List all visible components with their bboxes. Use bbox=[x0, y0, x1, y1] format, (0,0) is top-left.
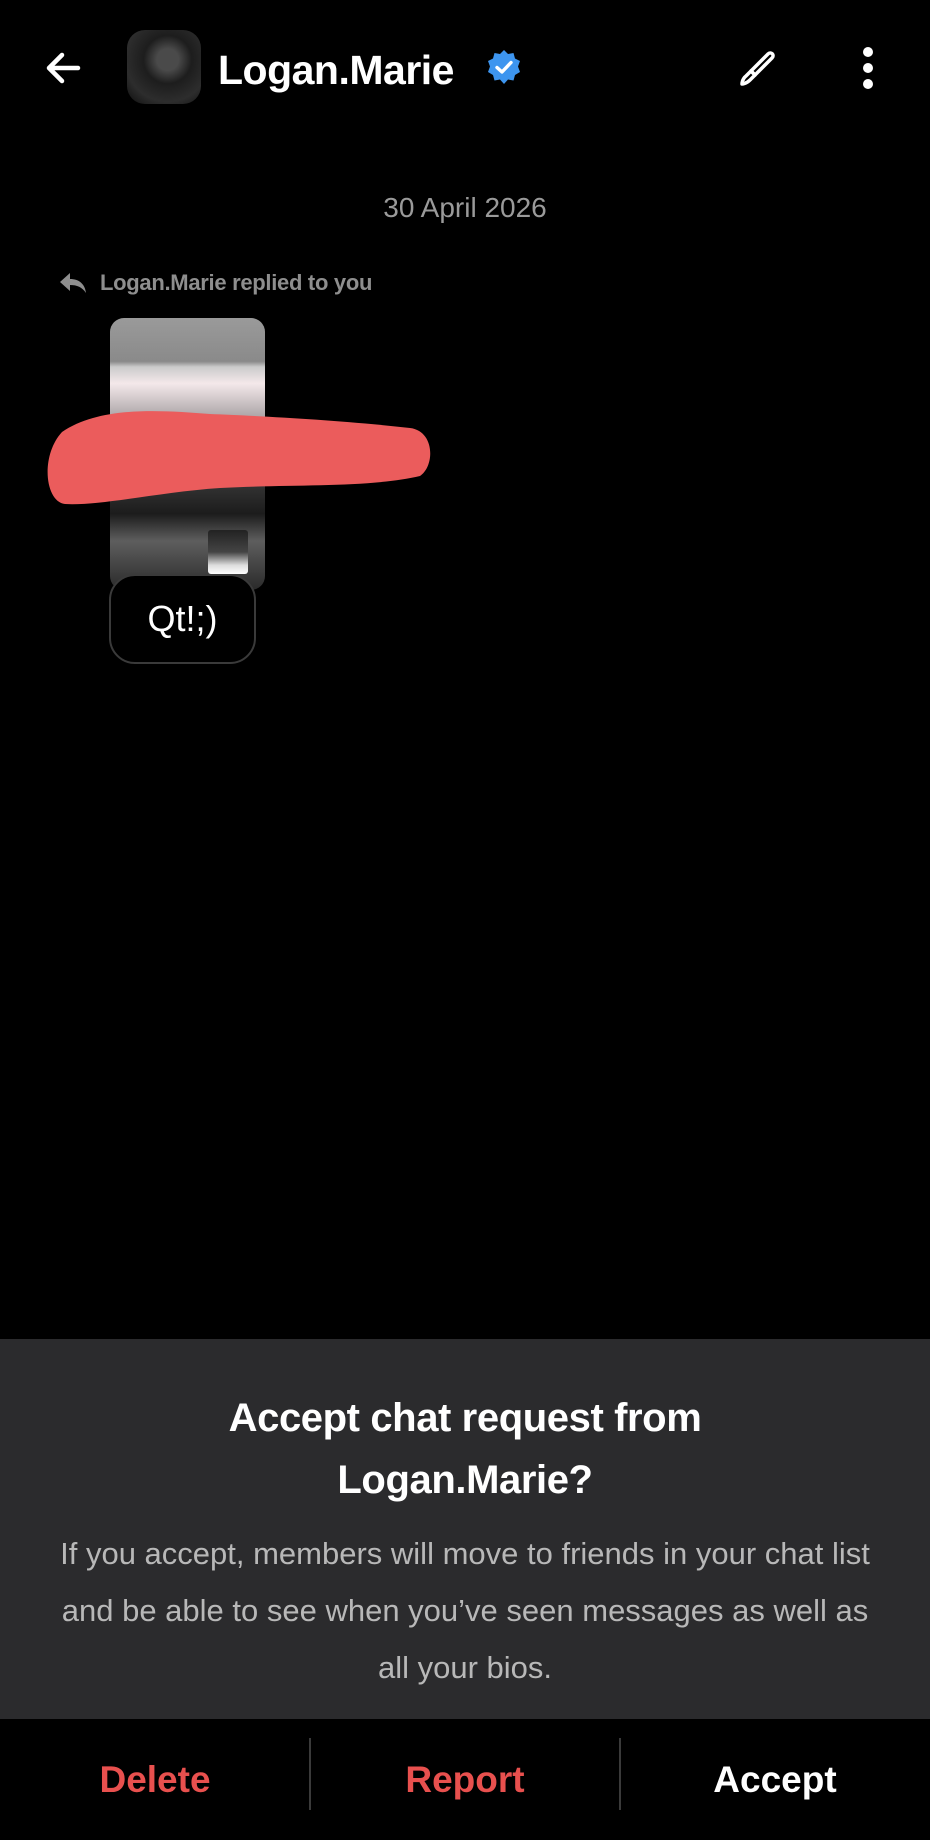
message-date: 30 April 2026 bbox=[383, 192, 547, 223]
request-description: If you accept, members will move to frie… bbox=[60, 1536, 870, 1685]
report-button[interactable]: Report bbox=[310, 1719, 620, 1840]
paintbrush-button[interactable] bbox=[734, 46, 782, 94]
thumbnail-inset-image bbox=[208, 530, 248, 574]
avatar[interactable] bbox=[127, 30, 201, 104]
request-title: Accept chat request from Logan.Marie? bbox=[60, 1387, 870, 1511]
paintbrush-icon bbox=[740, 51, 775, 86]
message-bubble[interactable]: Qt!;) bbox=[109, 574, 256, 664]
chat-username[interactable]: Logan.Marie bbox=[218, 44, 454, 96]
delete-button[interactable]: Delete bbox=[0, 1719, 310, 1840]
request-title-line-2: Logan.Marie? bbox=[337, 1458, 593, 1502]
request-title-line-1: Accept chat request from bbox=[228, 1396, 702, 1440]
verified-badge-icon bbox=[488, 50, 520, 84]
request-action-bar: Delete Report Accept bbox=[0, 1719, 930, 1840]
chat-request-panel: Accept chat request from Logan.Marie? If… bbox=[0, 1339, 930, 1719]
chat-header: Logan.Marie bbox=[0, 0, 930, 140]
reply-note-text: Logan.Marie replied to you bbox=[100, 270, 373, 295]
more-options-button[interactable] bbox=[850, 44, 886, 92]
arrow-left-icon bbox=[46, 52, 81, 84]
accept-button[interactable]: Accept bbox=[620, 1719, 930, 1840]
back-button[interactable] bbox=[38, 42, 90, 94]
more-vertical-icon bbox=[863, 47, 873, 89]
redaction-mark bbox=[47, 411, 431, 505]
reply-indicator: Logan.Marie replied to you bbox=[58, 268, 372, 298]
reply-arrow-icon bbox=[60, 273, 86, 293]
